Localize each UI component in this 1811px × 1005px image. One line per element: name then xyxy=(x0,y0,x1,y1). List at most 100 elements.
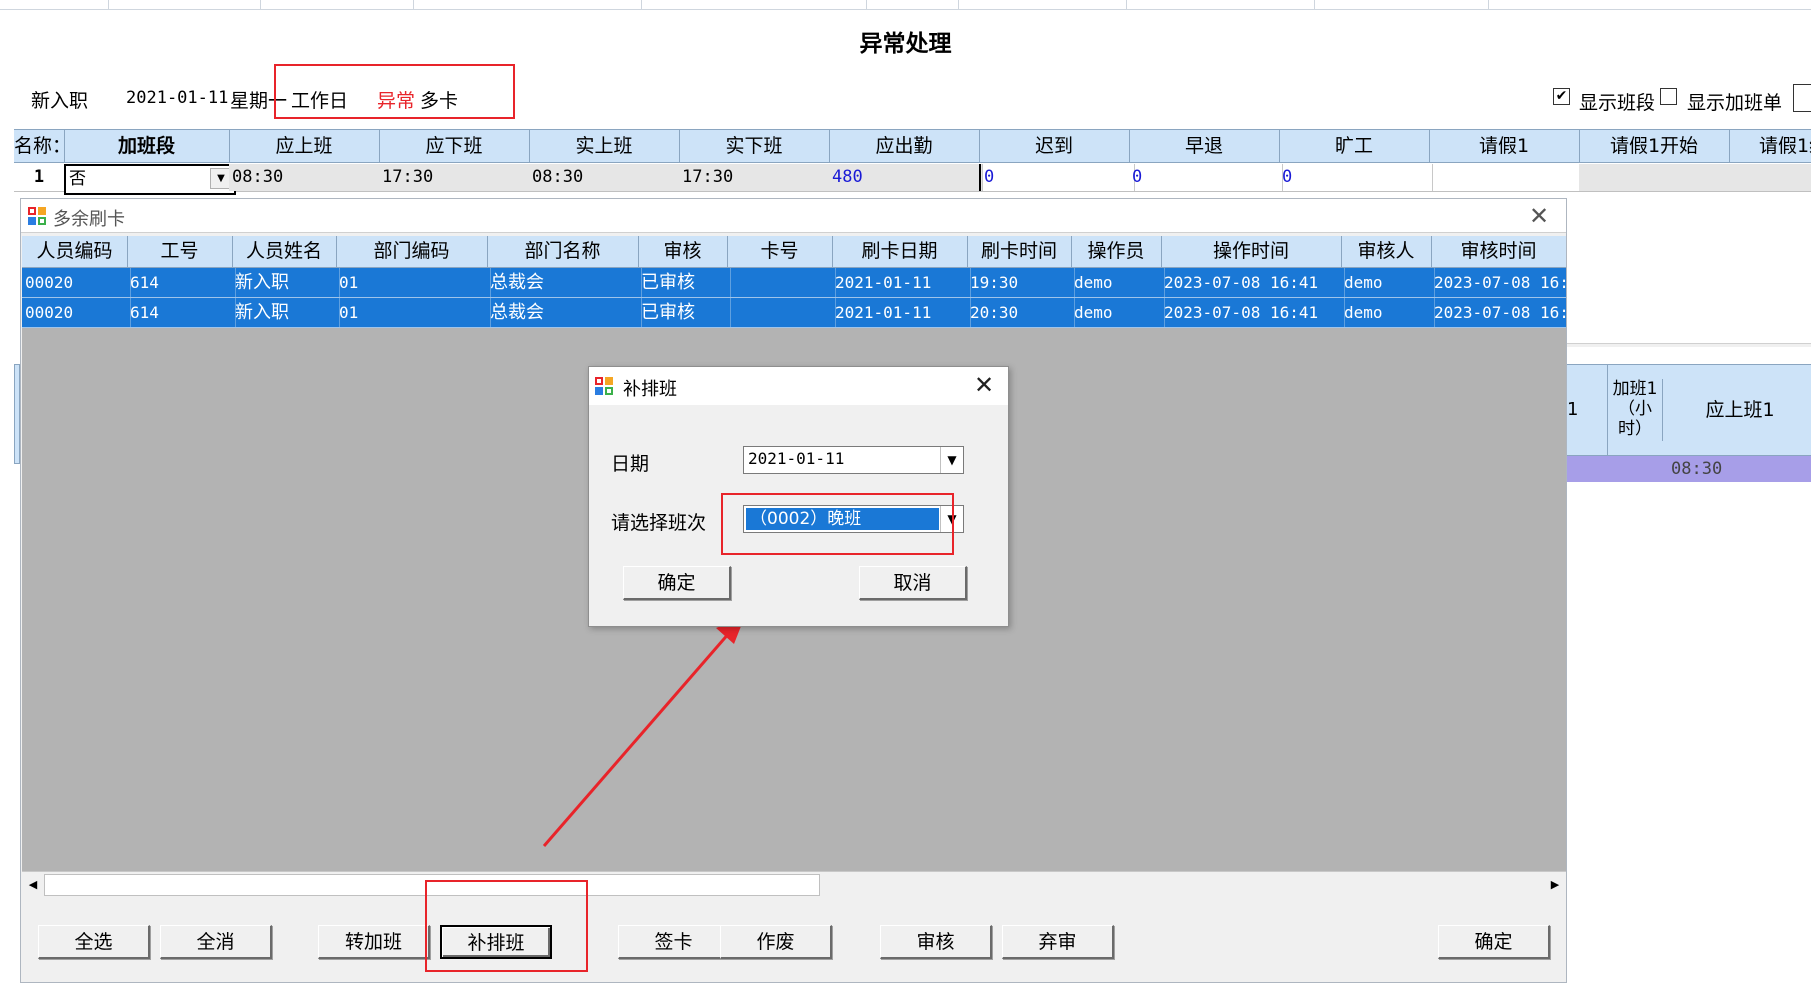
audit-button[interactable]: 审核 xyxy=(880,925,992,959)
to-overtime-button[interactable]: 转加班 xyxy=(318,925,430,959)
confirm-button[interactable]: 确定 xyxy=(1438,925,1550,959)
cell-early[interactable]: 0 xyxy=(1129,164,1283,191)
cell-actual-on[interactable]: 08:30 xyxy=(529,164,683,191)
cell-emp-code: 00020 xyxy=(22,298,131,327)
button-bar: 全选 全消 转加班 补排班 签卡 作废 审核 弃审 确定 xyxy=(21,899,1566,982)
cell-should-on[interactable]: 08:30 xyxy=(229,164,383,191)
cell-should-attend[interactable]: 480 xyxy=(829,164,983,191)
cell-leave1-start[interactable] xyxy=(1579,164,1733,191)
cell-op-time: 2023-07-08 16:41 xyxy=(1161,268,1345,297)
table-row[interactable]: 00020 614 新入职 01 总裁会 已审核 2021-01-11 20:3… xyxy=(22,298,1569,328)
extra-checkbox[interactable] xyxy=(1793,84,1811,112)
close-icon[interactable]: ✕ xyxy=(1529,202,1549,230)
right-grid-header: 1 加班1（小时） 应上班1 xyxy=(1563,364,1811,456)
app-icon xyxy=(595,377,613,395)
cell-should-off[interactable]: 17:30 xyxy=(379,164,533,191)
col-header-should-on: 应上班 xyxy=(229,130,380,162)
unaudit-button[interactable]: 弃审 xyxy=(1002,925,1114,959)
cell-absent[interactable]: 0 xyxy=(1279,164,1433,191)
bg-grid-divider xyxy=(1565,343,1811,347)
cell-auditor: demo xyxy=(1341,268,1435,297)
annotation-box-shift xyxy=(721,493,954,555)
col-header-leave1-start: 请假1开始 xyxy=(1579,130,1730,162)
show-shift-label: 显示班段 xyxy=(1579,92,1656,114)
deselect-all-button[interactable]: 全消 xyxy=(160,925,272,959)
date-value: 2021-01-11 xyxy=(748,449,845,468)
col-header-should-attend: 应出勤 xyxy=(829,130,980,162)
overtime-select[interactable]: 否 ▼ xyxy=(64,164,236,195)
cell-late[interactable]: 0 xyxy=(979,164,1135,191)
swipe-window-titlebar: 多余刷卡 ✕ xyxy=(21,199,1566,233)
scroll-right-icon[interactable]: ▶ xyxy=(1544,874,1566,896)
select-all-button[interactable]: 全选 xyxy=(38,925,150,959)
swipe-col-dept-code: 部门编码 xyxy=(336,236,488,267)
show-overtime-checkbox[interactable] xyxy=(1660,88,1677,105)
chevron-down-icon[interactable]: ▼ xyxy=(940,447,963,473)
show-overtime-label: 显示加班单 xyxy=(1687,92,1783,114)
right-background-grid: 1 加班1（小时） 应上班1 08:30 xyxy=(1563,364,1811,484)
cell-auditor: demo xyxy=(1341,298,1435,327)
app-icon xyxy=(28,207,46,225)
cell-swipe-time: 20:30 xyxy=(967,298,1075,327)
dialog-title: 补排班 xyxy=(623,379,677,400)
swipe-col-op-time: 操作时间 xyxy=(1161,236,1342,267)
cell-leave1-end[interactable] xyxy=(1729,164,1811,191)
cell-operator: demo xyxy=(1071,268,1165,297)
annotation-box-button xyxy=(425,880,588,972)
col-header-actual-on: 实上班 xyxy=(529,130,680,162)
swipe-col-audit: 审核 xyxy=(638,236,728,267)
close-icon[interactable]: ✕ xyxy=(974,371,994,399)
date-picker[interactable]: 2021-01-11 ▼ xyxy=(743,446,964,474)
cell-swipe-date: 2021-01-11 xyxy=(832,268,971,297)
col-header-actual-off: 实下班 xyxy=(679,130,830,162)
col-header-leave1-end: 请假1结 xyxy=(1759,135,1811,157)
overtime-value: 否 xyxy=(69,169,86,189)
table-row[interactable]: 00020 614 新入职 01 总裁会 已审核 2021-01-11 19:3… xyxy=(22,268,1569,298)
cell-card-no xyxy=(727,298,836,327)
employee-name: 新入职 xyxy=(31,90,89,112)
col-header-leave1: 请假1 xyxy=(1429,130,1580,162)
cell-op-time: 2023-07-08 16:41 xyxy=(1161,298,1345,327)
dialog-ok-button[interactable]: 确定 xyxy=(623,566,731,600)
right-col-c: 应上班1 xyxy=(1705,399,1775,421)
swipe-col-swipe-date: 刷卡日期 xyxy=(832,236,968,267)
top-column-strip xyxy=(0,0,1811,10)
col-header-early: 早退 xyxy=(1129,130,1280,162)
swipe-col-swipe-time: 刷卡时间 xyxy=(967,236,1072,267)
page-title: 异常处理 xyxy=(859,31,952,57)
swipe-col-emp-name: 人员姓名 xyxy=(232,236,337,267)
void-button[interactable]: 作废 xyxy=(720,925,832,959)
date-label: 2021-01-11 xyxy=(126,88,229,108)
cell-swipe-time: 19:30 xyxy=(967,268,1075,297)
right-col-b: 加班1（小时） xyxy=(1608,379,1663,441)
cell-leave1[interactable] xyxy=(1429,164,1583,191)
dialog-cancel-button[interactable]: 取消 xyxy=(859,566,967,600)
show-shift-checkbox[interactable]: ✔ xyxy=(1553,88,1570,105)
cell-emp-code: 00020 xyxy=(22,268,131,297)
swipe-col-emp-code: 人员编码 xyxy=(22,236,128,267)
cell-dept-code: 01 xyxy=(336,298,491,327)
cell-dept-code: 01 xyxy=(336,268,491,297)
col-header-should-off: 应下班 xyxy=(379,130,530,162)
cell-audit: 已审核 xyxy=(638,298,731,327)
cell-audit: 已审核 xyxy=(638,268,731,297)
cell-emp-name: 新入职 xyxy=(232,298,340,327)
cell-emp-no: 614 xyxy=(127,268,236,297)
col-header-name: 名称： xyxy=(14,130,65,162)
swipe-col-card-no: 卡号 xyxy=(727,236,833,267)
cell-swipe-date: 2021-01-11 xyxy=(832,298,971,327)
shift-label: 请选择班次 xyxy=(611,512,707,534)
cell-dept-name: 总裁会 xyxy=(487,268,642,297)
col-header-overtime: 加班段 xyxy=(64,130,230,162)
scroll-left-icon[interactable]: ◀ xyxy=(22,874,44,896)
horizontal-scrollbar[interactable]: ◀ ▶ xyxy=(22,871,1566,897)
swipe-col-dept-name: 部门名称 xyxy=(487,236,639,267)
cell-actual-off[interactable]: 17:30 xyxy=(679,164,833,191)
annotation-box-status xyxy=(274,64,515,119)
cell-emp-no: 614 xyxy=(127,298,236,327)
sign-card-button[interactable]: 签卡 xyxy=(618,925,730,959)
main-grid-row[interactable]: 1 否 ▼ 08:30 17:30 08:30 17:30 480 0 0 0 xyxy=(14,164,1811,195)
swipe-window-title: 多余刷卡 xyxy=(53,209,125,230)
cell-card-no xyxy=(727,268,836,297)
right-grid-value: 08:30 xyxy=(1563,456,1811,482)
